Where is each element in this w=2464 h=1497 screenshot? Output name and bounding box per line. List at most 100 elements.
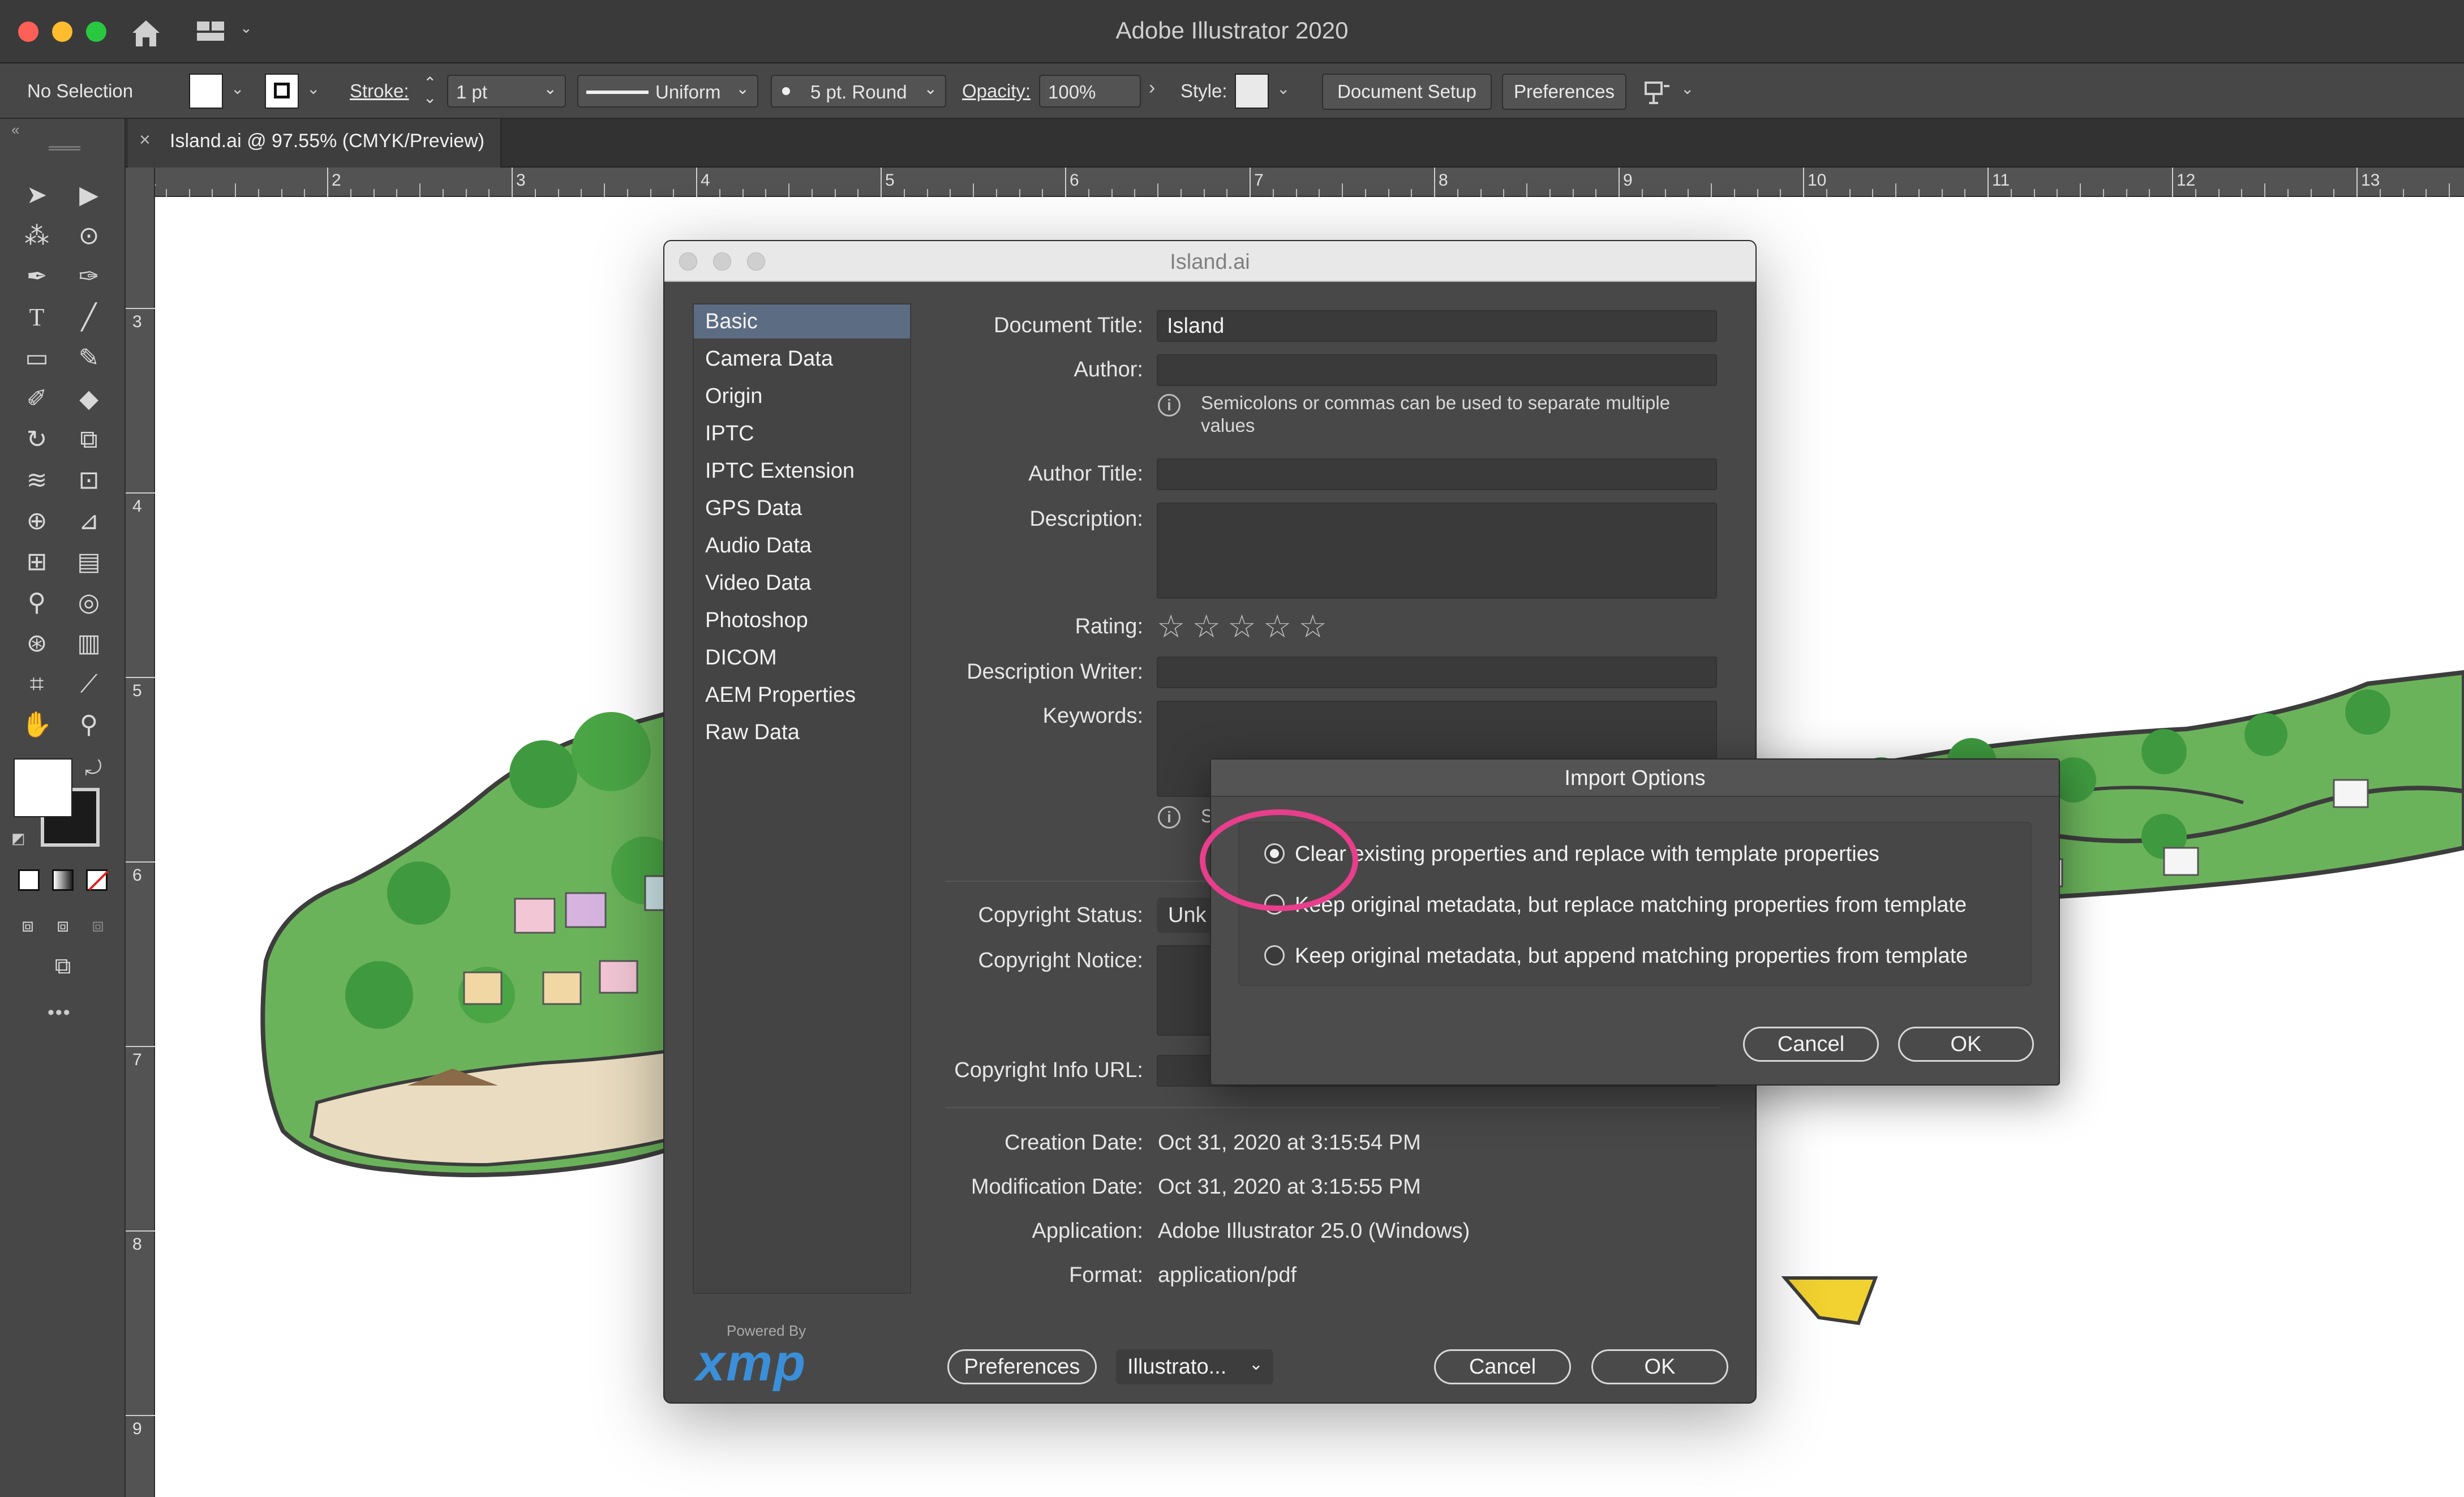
column-graph-tool-icon[interactable]: ▥	[69, 624, 109, 663]
color-mode-icon[interactable]	[18, 869, 40, 891]
fill-color-front[interactable]	[14, 758, 72, 817]
document-title-field[interactable]: Island	[1157, 310, 1717, 342]
none-mode-icon[interactable]	[86, 869, 109, 891]
graphic-style-swatch[interactable]	[1235, 74, 1269, 109]
import-ok-button[interactable]: OK	[1898, 1027, 2034, 1062]
author-field[interactable]	[1157, 354, 1717, 386]
eyedropper-tool-icon[interactable]: ⚲	[17, 583, 57, 623]
artboard-tool-icon[interactable]: ⌗	[17, 664, 57, 704]
radio-keep-append[interactable]	[1264, 945, 1285, 966]
option-label-keep-replace[interactable]: Keep original metadata, but replace matc…	[1295, 893, 1967, 917]
brush-definition[interactable]: 5 pt. Round ⌄	[771, 75, 946, 108]
opacity-field[interactable]: 100%	[1039, 75, 1141, 108]
ok-button[interactable]: OK	[1591, 1349, 1728, 1384]
edit-toolbar-icon[interactable]: •••	[48, 1002, 71, 1024]
ruler-tick-label: 3	[516, 171, 526, 190]
ruler-minor-tick	[1319, 189, 1320, 197]
mesh-tool-icon[interactable]: ⊞	[17, 542, 57, 582]
option-label-clear-existing[interactable]: Clear existing properties and replace wi…	[1295, 842, 1879, 867]
sidebar-item-iptc[interactable]: IPTC	[694, 417, 910, 451]
panel-grip[interactable]	[49, 146, 80, 151]
horizontal-ruler[interactable]: 12345678910111213	[126, 168, 2464, 197]
draw-inside-icon[interactable]: ⧈	[78, 906, 118, 945]
file-info-titlebar[interactable]: Island.ai	[664, 241, 1755, 282]
stroke-swatch[interactable]	[265, 74, 299, 109]
direct-selection-tool-icon[interactable]: ▶	[69, 175, 109, 215]
shape-builder-tool-icon[interactable]: ⊕	[17, 501, 57, 541]
author-title-field[interactable]	[1157, 458, 1717, 490]
ruler-minor-tick	[1733, 189, 1735, 197]
fill-swatch[interactable]	[189, 74, 223, 109]
ruler-tick-label: 13	[2361, 171, 2380, 190]
application-value: Adobe Illustrator 25.0 (Windows)	[1158, 1219, 1470, 1243]
arrange-documents-icon[interactable]	[1643, 80, 1671, 105]
chevron-down-icon[interactable]: ⌄	[231, 79, 244, 98]
sidebar-item-origin[interactable]: Origin	[694, 379, 910, 413]
rectangle-tool-icon[interactable]: ▭	[17, 338, 57, 378]
document-tab[interactable]: × Island.ai @ 97.55% (CMYK/Preview)	[128, 119, 501, 168]
shaper-tool-icon[interactable]: ✐	[17, 379, 57, 419]
ruler-minor-tick	[304, 189, 306, 197]
magic-wand-tool-icon[interactable]: ⁂	[17, 216, 57, 256]
chevron-down-icon[interactable]: ⌄	[307, 79, 320, 98]
star-icon[interactable]: ☆	[1192, 608, 1221, 644]
sidebar-item-video-data[interactable]: Video Data	[694, 566, 910, 600]
hand-tool-icon[interactable]: ✋	[17, 705, 57, 745]
description-writer-field[interactable]	[1157, 657, 1717, 688]
document-setup-button[interactable]: Document Setup	[1322, 74, 1492, 110]
symbol-sprayer-tool-icon[interactable]: ⊛	[17, 624, 57, 663]
cancel-button[interactable]: Cancel	[1434, 1349, 1571, 1384]
eraser-tool-icon[interactable]: ◆	[69, 379, 109, 419]
ruler-tick-label: 10	[1808, 171, 1827, 190]
vertical-ruler[interactable]: 3 4 5 6 7 8 9	[126, 168, 155, 1497]
variable-width-profile[interactable]: Uniform ⌄	[577, 75, 758, 108]
slice-tool-icon[interactable]: ⟋	[69, 664, 109, 704]
star-icon[interactable]: ☆	[1299, 608, 1327, 644]
option-label-keep-append[interactable]: Keep original metadata, but append match…	[1295, 944, 1968, 968]
zoom-tool-icon[interactable]: ⚲	[69, 705, 109, 745]
star-icon[interactable]: ☆	[1227, 608, 1256, 644]
gradient-tool-icon[interactable]: ▤	[69, 542, 109, 582]
import-cancel-button[interactable]: Cancel	[1743, 1027, 1879, 1062]
stroke-weight-field[interactable]: 1 pt ⌄	[447, 75, 566, 108]
draw-normal-icon[interactable]: ⧈	[8, 906, 48, 945]
description-field[interactable]	[1157, 503, 1717, 599]
collapse-panel-icon[interactable]: «	[11, 121, 19, 139]
stroke-stepper[interactable]: ⌃ ⌄	[423, 75, 436, 106]
rating-stars[interactable]: ☆ ☆ ☆ ☆ ☆	[1157, 608, 1327, 645]
curvature-tool-icon[interactable]: ✑	[69, 257, 109, 297]
rotate-tool-icon[interactable]: ↻	[17, 420, 57, 460]
draw-behind-icon[interactable]: ⧈	[43, 906, 83, 945]
scale-tool-icon[interactable]: ⧉	[69, 420, 109, 460]
pen-tool-icon[interactable]: ✒	[17, 257, 57, 297]
ruler-minor-tick	[1595, 189, 1597, 197]
chevron-down-icon[interactable]: ⌄	[1681, 79, 1694, 98]
default-colors-icon[interactable]: ◩	[11, 830, 25, 847]
blend-tool-icon[interactable]: ◎	[69, 583, 109, 623]
ruler-minor-tick	[1572, 189, 1574, 197]
free-transform-tool-icon[interactable]: ⊡	[69, 461, 109, 500]
screen-mode-icon[interactable]: ⧉	[43, 946, 83, 986]
preferences-button[interactable]: Preferences	[947, 1349, 1097, 1384]
paintbrush-tool-icon[interactable]: ✎	[69, 338, 109, 378]
type-tool-icon[interactable]: T	[17, 298, 57, 337]
lasso-tool-icon[interactable]: ⊙	[69, 216, 109, 256]
stroke-label[interactable]: Stroke:	[350, 80, 409, 102]
template-select[interactable]: Illustrato... ⌄	[1116, 1349, 1273, 1384]
selection-tool-icon[interactable]: ➤	[17, 175, 57, 215]
close-tab-icon[interactable]: ×	[139, 129, 151, 151]
gradient-mode-icon[interactable]	[52, 869, 74, 891]
swap-colors-icon[interactable]: ⤾	[85, 756, 102, 780]
sidebar-item-audio-data[interactable]: Audio Data	[694, 529, 910, 563]
star-icon[interactable]: ☆	[1157, 608, 1185, 644]
chevron-down-icon[interactable]: ⌄	[1277, 79, 1290, 98]
perspective-grid-tool-icon[interactable]: ⊿	[69, 501, 109, 541]
line-tool-icon[interactable]: ╱	[69, 298, 109, 337]
creation-date-value: Oct 31, 2020 at 3:15:54 PM	[1158, 1131, 1421, 1155]
preferences-button[interactable]: Preferences	[1502, 74, 1626, 110]
chevron-right-icon[interactable]: ›	[1149, 77, 1155, 99]
warp-tool-icon[interactable]: ≋	[17, 461, 57, 500]
star-icon[interactable]: ☆	[1263, 608, 1291, 644]
opacity-label[interactable]: Opacity:	[962, 80, 1031, 102]
ruler-minor-tick	[2287, 189, 2289, 197]
